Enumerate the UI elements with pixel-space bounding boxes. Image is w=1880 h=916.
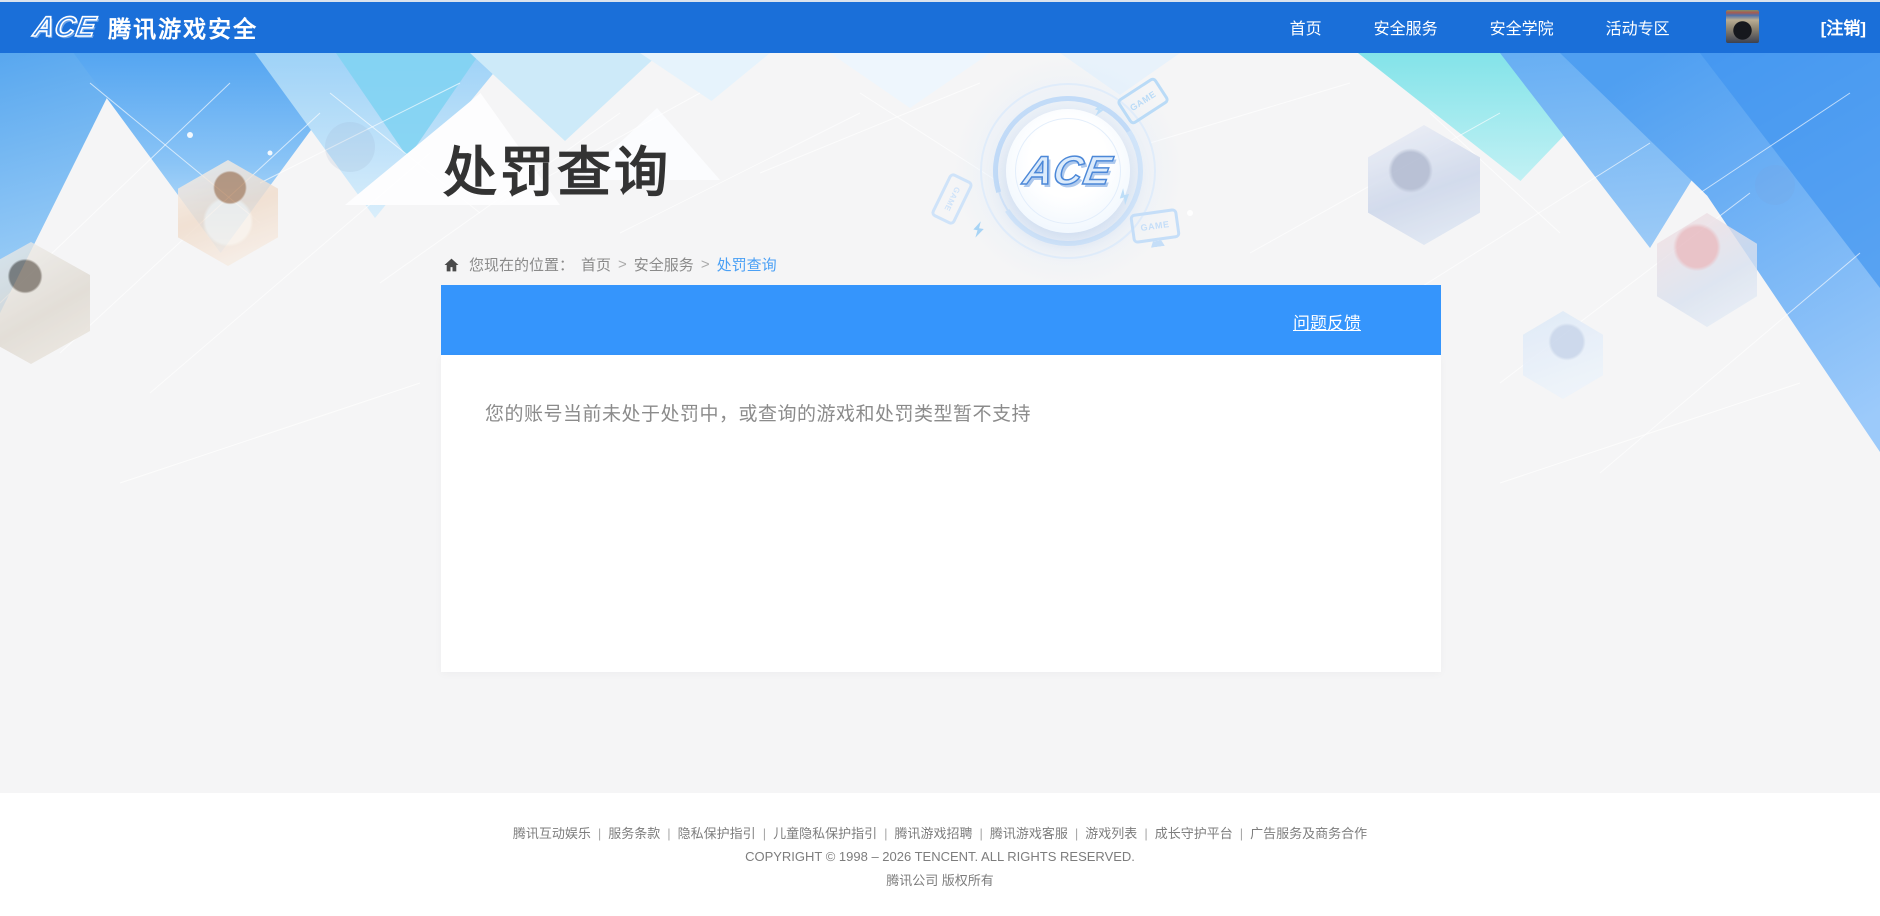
- character-hexagon: [1523, 311, 1603, 399]
- footer-separator: |: [884, 826, 888, 841]
- breadcrumb-current[interactable]: 处罚查询: [717, 254, 777, 275]
- footer: 腾讯互动娱乐 | 服务条款 | 隐私保护指引 | 儿童隐私保护指引 | 腾讯游戏招聘 | 腾讯游戏客…: [0, 793, 1880, 916]
- lightning-icon: [969, 220, 989, 240]
- breadcrumb-prefix: 您现在的位置：: [469, 257, 575, 274]
- character-hexagon: [178, 160, 278, 266]
- footer-link-children-privacy[interactable]: 儿童隐私保护指引: [773, 826, 877, 841]
- footer-link-game-list[interactable]: 游戏列表: [1085, 826, 1137, 841]
- ace-emblem-ring: [995, 98, 1141, 244]
- game-phone-icon: GAME: [929, 171, 975, 227]
- deco-triangle: [1560, 53, 1880, 452]
- footer-separator: |: [762, 826, 767, 841]
- ace-logo: ACE: [31, 10, 100, 43]
- nav-item-activity-zone[interactable]: 活动专区: [1606, 15, 1670, 39]
- footer-separator: |: [979, 826, 983, 841]
- character-hexagon: [0, 242, 90, 364]
- deco-triangle: [830, 53, 990, 108]
- ace-emblem-arc: [979, 82, 1157, 260]
- deco-triangle: [640, 53, 770, 101]
- footer-separator: |: [1239, 826, 1244, 841]
- deco-circle: [1755, 165, 1795, 205]
- brand[interactable]: ACE 腾讯游戏安全: [31, 10, 259, 44]
- game-monitor-icon: GAME: [1129, 207, 1181, 245]
- lightning-icon: [1090, 101, 1108, 119]
- footer-copyright: COPYRIGHT © 1998 – 2026 TENCENT. ALL RIG…: [745, 849, 1135, 864]
- footer-separator: |: [1144, 826, 1148, 841]
- breadcrumb-separator: >: [618, 256, 627, 273]
- deco-triangle: [73, 53, 368, 253]
- query-banner: 问题反馈: [441, 285, 1441, 355]
- footer-separator: |: [667, 826, 671, 841]
- footer-separator: |: [1074, 826, 1079, 841]
- result-card: 您的账号当前未处于处罚中，或查询的游戏和处罚类型暂不支持: [441, 355, 1441, 672]
- footer-company: 腾讯公司 版权所有: [886, 873, 994, 888]
- breadcrumb-security-services[interactable]: 安全服务: [634, 254, 694, 275]
- user-avatar[interactable]: [1725, 10, 1759, 43]
- game-tablet-icon: GAME: [1115, 75, 1171, 127]
- footer-link-guardian-platform[interactable]: 成长守护平台: [1155, 826, 1233, 841]
- nav-item-security-academy[interactable]: 安全学院: [1490, 15, 1554, 39]
- footer-link-careers[interactable]: 腾讯游戏招聘: [894, 826, 972, 841]
- deco-triangle: [1358, 53, 1643, 181]
- nav-item-security-services[interactable]: 安全服务: [1374, 15, 1438, 39]
- ace-emblem-logo: ACE: [1020, 148, 1117, 194]
- main-nav: 首页 安全服务 安全学院 活动专区 [注销]: [1290, 0, 1866, 53]
- character-hexagon: [1368, 125, 1480, 245]
- brand-title: 腾讯游戏安全: [108, 15, 259, 42]
- footer-separator: |: [597, 826, 602, 841]
- ace-emblem-arc: [966, 69, 1170, 273]
- deco-triangle: [1500, 53, 1770, 248]
- home-icon: [444, 258, 459, 271]
- footer-link-ad-business[interactable]: 广告服务及商务合作: [1250, 826, 1367, 841]
- breadcrumb-home[interactable]: 首页: [581, 254, 611, 275]
- result-message: 您的账号当前未处于处罚中，或查询的游戏和处罚类型暂不支持: [485, 404, 1032, 425]
- deco-triangle: [1060, 53, 1180, 95]
- breadcrumb-separator: >: [700, 256, 710, 273]
- lightning-icon: [1114, 186, 1135, 207]
- logout-link[interactable]: [注销]: [1821, 14, 1866, 39]
- top-navbar: ACE 腾讯游戏安全 首页 安全服务 安全学院 活动专区 [注销]: [0, 0, 1880, 53]
- footer-link-privacy[interactable]: 隐私保护指引: [678, 826, 756, 841]
- footer-link-ient[interactable]: 腾讯互动娱乐: [513, 826, 591, 841]
- character-hexagon: [1657, 213, 1757, 327]
- deco-circle: [325, 122, 375, 172]
- ace-emblem: ACE: [1006, 109, 1130, 233]
- ace-emblem-ring: [980, 83, 1156, 259]
- footer-link-customer-service[interactable]: 腾讯游戏客服: [990, 826, 1068, 841]
- footer-links: 腾讯互动娱乐 | 服务条款 | 隐私保护指引 | 儿童隐私保护指引 | 腾讯游戏招聘 | 腾讯游戏客…: [0, 793, 1880, 842]
- feedback-link[interactable]: 问题反馈: [1293, 309, 1361, 334]
- nav-item-home[interactable]: 首页: [1290, 15, 1322, 39]
- deco-triangle: [1700, 53, 1880, 288]
- page-title: 处罚查询: [443, 143, 671, 203]
- ace-emblem-glow: [953, 56, 1183, 286]
- deco-triangle: [0, 53, 130, 313]
- breadcrumb: 您现在的位置： 首页 > 安全服务 > 处罚查询: [443, 254, 777, 275]
- footer-link-terms[interactable]: 服务条款: [608, 826, 660, 841]
